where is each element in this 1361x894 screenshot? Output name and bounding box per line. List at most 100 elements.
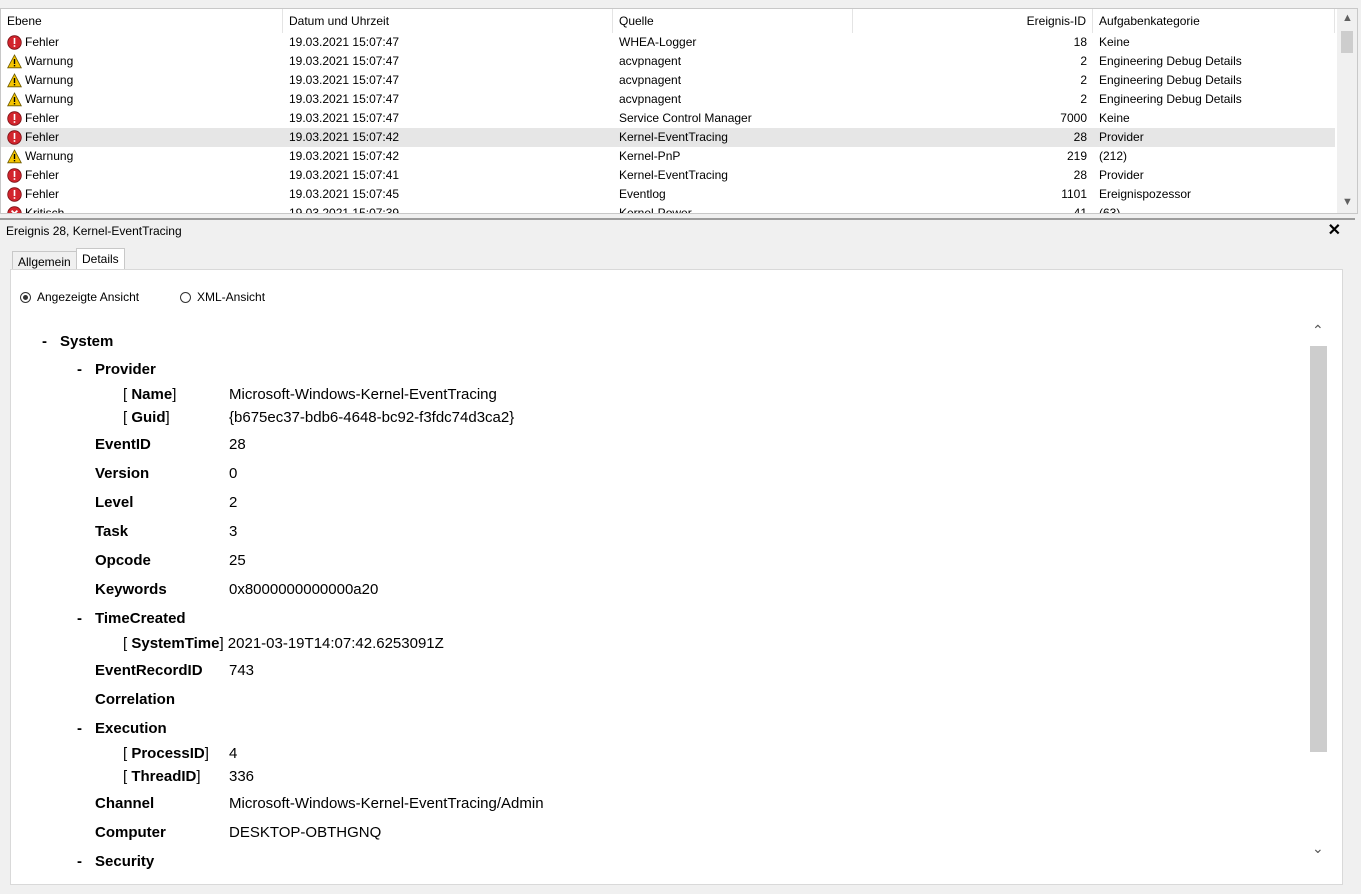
cell-date: 19.03.2021 15:07:47 [289,73,400,87]
radio-checked-icon[interactable] [20,292,31,303]
field-eventid-value: 28 [229,436,246,453]
field-task-value: 3 [229,523,238,540]
close-icon[interactable]: ✕ [1328,220,1341,242]
radio-unchecked-icon[interactable] [180,292,191,303]
cell-level: Warnung [25,92,74,106]
attr-systemtime: [ SystemTime] 2021-03-19T14:07:42.625309… [123,635,444,652]
tab-details[interactable]: Details [76,248,125,270]
cell-event-id: 219 [1066,149,1087,163]
cell-level: Fehler [25,130,60,144]
scroll-down-icon[interactable]: ▼ [1342,196,1353,208]
column-header-event-id[interactable]: Ereignis-ID [853,9,1093,33]
cell-event-id: 7000 [1060,111,1087,125]
detail-title: Ereignis 28, Kernel-EventTracing [6,224,182,238]
warning-icon [7,73,22,88]
detail-title-bar: Ereignis 28, Kernel-EventTracing ✕ [0,218,1355,240]
error-icon [7,168,22,183]
cell-source: Service Control Manager [619,111,752,125]
node-provider: Provider [95,361,156,378]
table-row[interactable]: Fehler 19.03.2021 15:07:41 Kernel-EventTra… [1,166,1335,185]
scrollbar-thumb[interactable] [1310,346,1327,752]
cell-level: Fehler [25,35,60,49]
field-eventrecordid-value: 743 [229,662,255,679]
cell-task-category: Ereignispozessor [1099,187,1192,201]
field-correlation-key: Correlation [95,691,176,708]
field-computer-key: Computer [95,824,166,841]
radio-friendly-view[interactable]: Angezeigte Ansicht [20,290,139,304]
field-keywords-key: Keywords [95,581,167,598]
table-row[interactable]: Fehler 19.03.2021 15:07:45 Eventlog 1101 Ere… [1,185,1335,204]
cell-task-category: Keine [1099,111,1130,125]
cell-date: 19.03.2021 15:07:47 [289,35,400,49]
radio-label: Angezeigte Ansicht [37,290,140,304]
collapse-execution-toggle[interactable]: - [77,720,82,737]
cell-event-id: 2 [1080,73,1087,87]
cell-source: Eventlog [619,187,666,201]
table-row[interactable]: Warnung 19.03.2021 15:07:47 acvpnagent 2 Eng… [1,52,1335,71]
cell-level: Fehler [25,168,60,182]
cell-task-category: Provider [1099,130,1144,144]
scroll-up-icon[interactable]: ▲ [1342,12,1353,24]
column-header-level[interactable]: Ebene [1,9,283,33]
column-header-task-category[interactable]: Aufgabenkategorie [1093,9,1335,33]
cell-source: WHEA-Logger [619,35,697,49]
error-icon [7,35,22,50]
table-row[interactable]: Fehler 19.03.2021 15:07:47 WHEA-Logger 18 Ke… [1,33,1335,52]
attr-name-key: [ Name] [123,386,177,403]
error-icon [7,111,22,126]
list-scrollbar[interactable]: ▲ ▼ [1337,9,1357,213]
list-header: Ebene Datum und Uhrzeit Quelle Ereignis-… [1,9,1335,33]
table-row[interactable]: Fehler 19.03.2021 15:07:42 Kernel-EventTra… [1,128,1335,147]
cell-task-category: Keine [1099,35,1130,49]
cell-level: Warnung [25,149,74,163]
cell-task-category: Engineering Debug Details [1099,73,1242,87]
attr-processid-key: [ ProcessID] [123,745,209,762]
cell-event-id: 28 [1073,130,1087,144]
cell-date: 19.03.2021 15:07:47 [289,54,400,68]
cell-date: 19.03.2021 15:07:42 [289,130,400,144]
event-list[interactable]: Ebene Datum und Uhrzeit Quelle Ereignis-… [0,8,1358,214]
cell-level: Fehler [25,111,60,125]
cell-date: 19.03.2021 15:07:42 [289,149,400,163]
radio-label: XML-Ansicht [197,290,266,304]
column-header-source[interactable]: Quelle [613,9,853,33]
attr-name-value: Microsoft-Windows-Kernel-EventTracing [229,386,497,403]
cell-source: Kernel-PnP [619,149,681,163]
scrollbar-thumb[interactable] [1341,31,1353,53]
cell-task-category: (63) [1099,206,1121,214]
cell-date: 19.03.2021 15:07:45 [289,187,400,201]
cell-event-id: 2 [1080,92,1087,106]
error-icon [7,187,22,202]
table-row[interactable]: Warnung 19.03.2021 15:07:47 acvpnagent 2 Eng… [1,90,1335,109]
detail-scrollbar[interactable]: ⌃ ⌄ [1310,322,1328,862]
attr-guid-key: [ Guid] [123,409,170,426]
attr-processid-value: 4 [229,745,238,762]
chevron-down-icon[interactable]: ⌄ [1312,840,1324,857]
critical-icon [7,206,22,213]
table-row[interactable]: Kritisch 19.03.2021 15:07:39 Kernel-Power 4… [1,204,1335,214]
tab-general[interactable]: Allgemein [12,251,77,270]
cell-source: Kernel-Power [619,206,692,214]
warning-icon [7,54,22,69]
cell-task-category: Engineering Debug Details [1099,54,1242,68]
cell-source: Kernel-EventTracing [619,130,728,144]
chevron-up-icon[interactable]: ⌃ [1312,322,1324,339]
table-row[interactable]: Warnung 19.03.2021 15:07:42 Kernel-PnP 219 (… [1,147,1335,166]
table-row[interactable]: Warnung 19.03.2021 15:07:47 acvpnagent 2 Eng… [1,71,1335,90]
collapse-timecreated-toggle[interactable]: - [77,610,82,627]
node-execution: Execution [95,720,167,737]
field-computer-value: DESKTOP-OBTHGNQ [229,824,382,841]
error-icon [7,130,22,145]
field-version-value: 0 [229,465,238,482]
cell-event-id: 28 [1073,168,1087,182]
radio-xml-view[interactable]: XML-Ansicht [180,290,265,304]
collapse-provider-toggle[interactable]: - [77,361,82,378]
cell-source: acvpnagent [619,54,682,68]
field-task-key: Task [95,523,129,540]
warning-icon [7,149,22,164]
column-header-date[interactable]: Datum und Uhrzeit [283,9,613,33]
field-eventid-key: EventID [95,436,151,453]
table-row[interactable]: Fehler 19.03.2021 15:07:47 Service Control… [1,109,1335,128]
collapse-security-toggle[interactable]: - [77,853,82,870]
collapse-system-toggle[interactable]: - [42,333,47,350]
